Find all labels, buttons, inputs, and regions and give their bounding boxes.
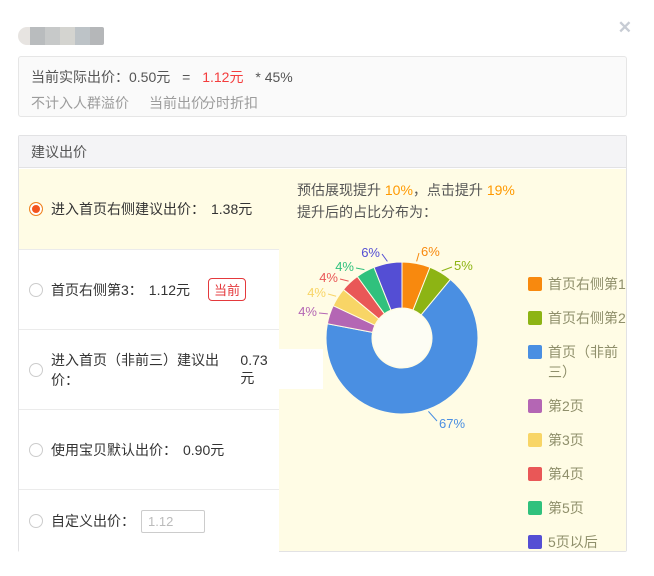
slice-label: 6%	[361, 245, 380, 260]
option-homepage-right-3rd[interactable]: 首页右侧第3： 1.12元 当前	[19, 249, 279, 329]
legend-swatch-icon	[528, 433, 542, 447]
suggestion-panel: 建议出价 进入首页右侧建议出价： 1.38元 首页右侧第3： 1.12元 当前 …	[18, 135, 627, 552]
slice-label-line	[356, 268, 364, 270]
option-homepage-right-suggested[interactable]: 进入首页右侧建议出价： 1.38元	[19, 169, 279, 249]
slice-label-line	[428, 411, 437, 421]
option-price: 1.38元	[211, 199, 252, 219]
discount-percent: 45%	[265, 69, 293, 85]
slice-label-line	[328, 294, 336, 296]
option-item-default-bid[interactable]: 使用宝贝默认出价： 0.90元	[19, 409, 279, 489]
slice-label: 4%	[298, 304, 317, 319]
legend-item[interactable]: 第5页	[528, 498, 640, 518]
slice-label: 4%	[307, 285, 326, 300]
donut-chart[interactable]: 6%5%67%4%4%4%4%6%	[289, 241, 509, 441]
impression-lift-value: 10%	[385, 182, 413, 198]
redacted-block	[45, 27, 60, 45]
legend-item[interactable]: 首页右侧第2	[528, 308, 640, 328]
legend-swatch-icon	[528, 345, 542, 359]
close-icon[interactable]: ✕	[618, 18, 632, 38]
annotation-current-bid: 当前出价	[149, 93, 205, 113]
option-price: 1.12元	[149, 280, 190, 300]
slice-label-line	[319, 313, 328, 314]
current-badge: 当前	[208, 278, 246, 301]
legend-item[interactable]: 第3页	[528, 430, 640, 450]
donut-hole	[373, 309, 431, 367]
formula-label: 当前实际出价：	[31, 67, 129, 87]
panel-title: 建议出价	[19, 136, 626, 168]
slice-label-line	[417, 253, 419, 261]
legend-swatch-icon	[528, 277, 542, 291]
slice-label-line	[382, 254, 387, 261]
panel-body: 进入首页右侧建议出价： 1.38元 首页右侧第3： 1.12元 当前 进入首页（…	[19, 169, 626, 551]
radio-icon[interactable]	[29, 443, 43, 457]
forecast-panel: 预估展现提升 10%，点击提升 19% 提升后的占比分布为： 6% 5% 67% 4%…	[279, 169, 626, 551]
equals-sign: =	[182, 69, 190, 85]
legend-swatch-icon	[528, 399, 542, 413]
legend-swatch-icon	[528, 501, 542, 515]
redacted-block	[18, 27, 30, 45]
legend-item[interactable]: 5页以后	[528, 532, 640, 552]
slice-label-line	[340, 279, 349, 281]
slice-label: 4%	[335, 259, 354, 274]
forecast-prefix: 预估展现提升	[297, 182, 385, 198]
legend-swatch-icon	[528, 467, 542, 481]
legend-label: 5页以后	[548, 532, 634, 552]
legend-item[interactable]: 第2页	[528, 396, 640, 416]
slice-label: 6%	[421, 244, 440, 259]
option-price: 0.90元	[183, 440, 224, 460]
legend-label: 首页（非前三）	[548, 342, 634, 382]
option-label: 进入首页右侧建议出价：	[51, 199, 205, 219]
annotation-time-discount: 分时折扣	[202, 93, 258, 113]
radio-icon[interactable]	[29, 514, 43, 528]
click-lift-value: 19%	[487, 182, 515, 198]
legend-label: 第2页	[548, 396, 634, 416]
radio-selected-icon[interactable]	[29, 202, 43, 216]
legend-label: 第5页	[548, 498, 634, 518]
current-bid-summary: 当前实际出价：0.50元 = 1.12元 * 45% 不计入人群溢价 当前出价 …	[18, 56, 627, 117]
bid-option-list: 进入首页右侧建议出价： 1.38元 首页右侧第3： 1.12元 当前 进入首页（…	[19, 169, 279, 551]
forecast-line1: 预估展现提升 10%，点击提升 19%	[297, 179, 515, 201]
bid-formula: 当前实际出价：0.50元 = 1.12元 * 45%	[31, 67, 293, 87]
custom-bid-input[interactable]	[141, 510, 205, 533]
option-price: 0.73元	[240, 352, 279, 388]
radio-icon[interactable]	[29, 363, 43, 377]
forecast-mid: ，点击提升	[413, 182, 487, 198]
legend-swatch-icon	[528, 535, 542, 549]
redacted-block	[60, 27, 75, 45]
option-custom-bid[interactable]: 自定义出价：	[19, 489, 279, 552]
redacted-block	[90, 27, 104, 45]
forecast-text: 预估展现提升 10%，点击提升 19% 提升后的占比分布为：	[297, 179, 515, 223]
forecast-line2: 提升后的占比分布为：	[297, 201, 515, 223]
option-homepage-not-top3[interactable]: 进入首页（非前三）建议出价： 0.73元	[19, 329, 279, 409]
legend-label: 首页右侧第2	[548, 308, 634, 328]
chart-legend: 首页右侧第1 首页右侧第2 首页（非前三） 第2页第3页第4页第5页 5页以后	[528, 274, 640, 566]
slice-label: 5%	[454, 258, 473, 273]
slice-label-line	[442, 267, 452, 271]
radio-icon[interactable]	[29, 283, 43, 297]
current-bid-value: 1.12元	[202, 67, 243, 87]
option-label: 自定义出价：	[51, 511, 135, 531]
redacted-block	[75, 27, 90, 45]
legend-item[interactable]: 首页右侧第1	[528, 274, 640, 294]
bid-suggestion-dialog: ✕ 当前实际出价：0.50元 = 1.12元 * 45% 不计入人群溢价 当前出…	[0, 0, 654, 576]
legend-label: 首页右侧第1	[548, 274, 634, 294]
legend-item[interactable]: 首页（非前三）	[528, 342, 640, 382]
redacted-title	[18, 27, 104, 45]
actual-bid-value: 0.50元	[129, 67, 170, 87]
annotation-no-crowd-premium: 不计入人群溢价	[31, 93, 129, 113]
legend-swatch-icon	[528, 311, 542, 325]
option-label: 首页右侧第3：	[51, 280, 143, 300]
option-label: 使用宝贝默认出价：	[51, 440, 177, 460]
slice-label: 67%	[439, 416, 465, 431]
redacted-block	[30, 27, 45, 45]
legend-label: 第4页	[548, 464, 634, 484]
option-label: 进入首页（非前三）建议出价：	[51, 350, 234, 390]
legend-item[interactable]: 第4页	[528, 464, 640, 484]
times-sign: *	[255, 69, 260, 85]
blank-overlay	[279, 349, 323, 389]
legend-label: 第3页	[548, 430, 634, 450]
